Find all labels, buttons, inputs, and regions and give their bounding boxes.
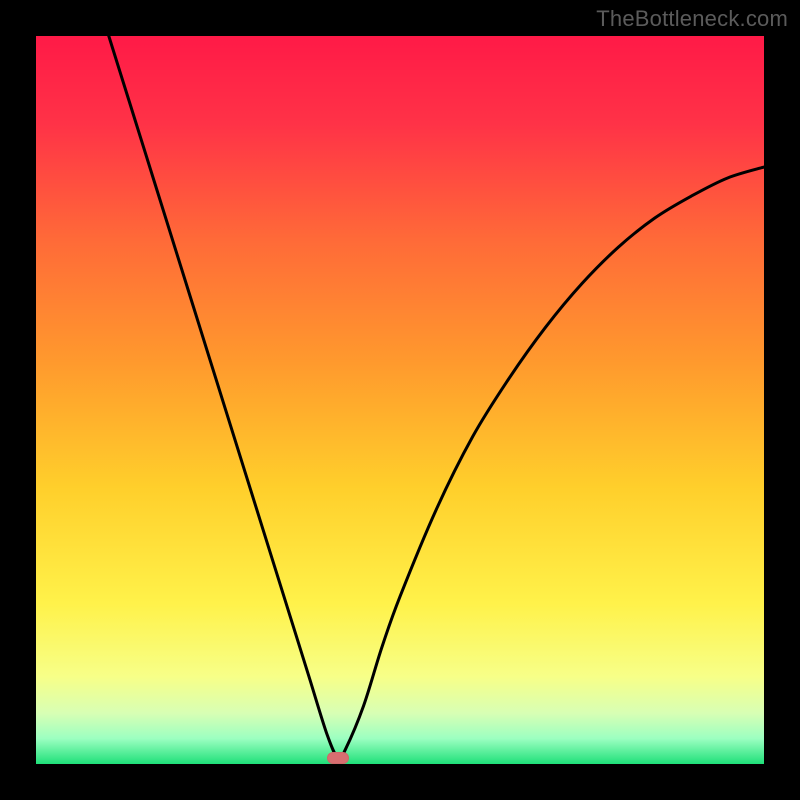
watermark-text: TheBottleneck.com: [596, 6, 788, 32]
chart-frame: TheBottleneck.com: [0, 0, 800, 800]
plot-area: [36, 36, 764, 764]
gradient-background: [36, 36, 764, 764]
minimum-marker: [327, 752, 349, 764]
bottleneck-chart: [36, 36, 764, 764]
